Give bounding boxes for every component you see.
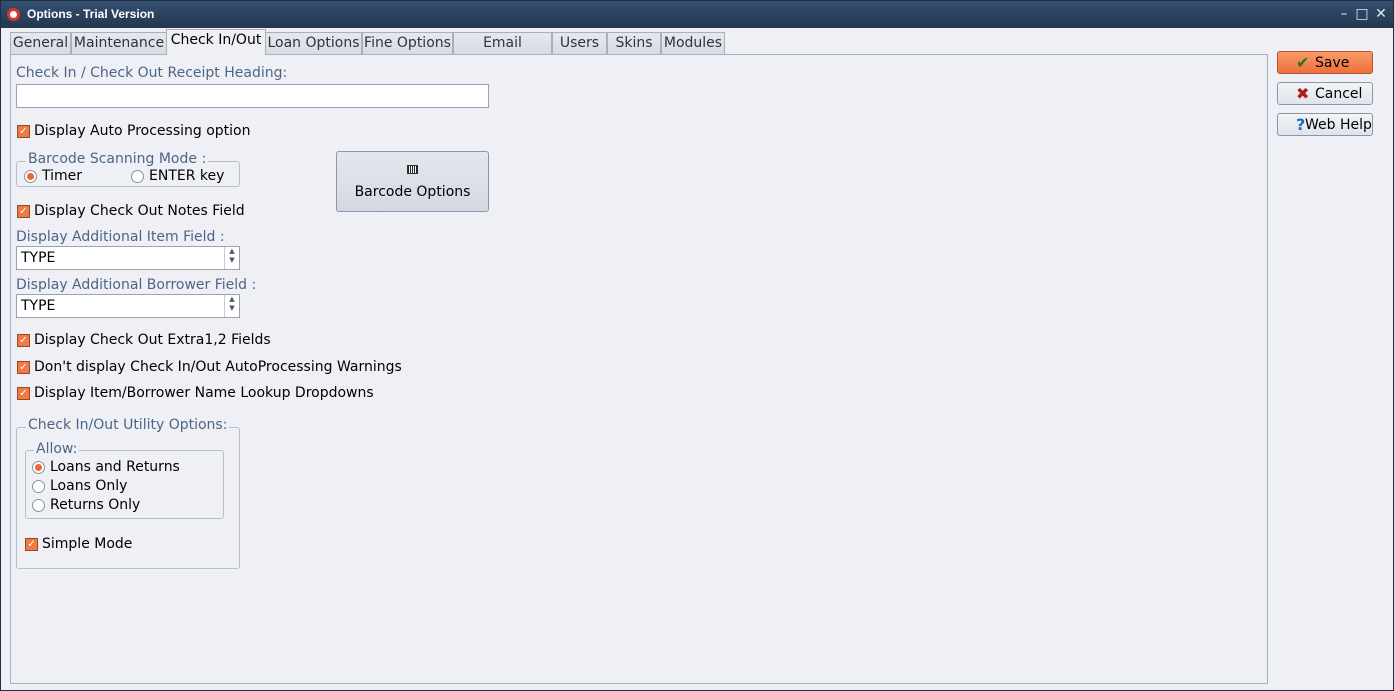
utility-options-title: Check In/Out Utility Options:: [26, 417, 230, 433]
auto-processing-label: Display Auto Processing option: [34, 123, 251, 139]
tab-loan-options[interactable]: Loan Options: [265, 32, 362, 54]
options-window: Options - Trial Version – □ ✕ General Ma…: [0, 0, 1394, 691]
no-warnings-checkbox[interactable]: ✓: [17, 361, 30, 374]
tab-email-options[interactable]: Email Options: [453, 32, 552, 72]
allow-title: Allow:: [34, 441, 80, 457]
enter-key-radio[interactable]: [131, 170, 144, 183]
auto-processing-checkbox[interactable]: ✓: [17, 125, 30, 138]
loans-and-returns-label: Loans and Returns: [50, 459, 180, 475]
tab-modules[interactable]: Modules: [661, 32, 725, 54]
checkout-notes-label: Display Check Out Notes Field: [34, 203, 245, 219]
minimize-icon[interactable]: –: [1336, 5, 1352, 23]
question-icon: ?: [1296, 115, 1306, 134]
save-label: Save: [1315, 55, 1350, 71]
web-help-button[interactable]: ? Web Help: [1277, 113, 1373, 136]
additional-borrower-value: TYPE: [21, 298, 56, 314]
spinner-icon[interactable]: ▲ ▼: [224, 247, 239, 269]
checkout-notes-checkbox[interactable]: ✓: [17, 205, 30, 218]
extra-fields-label: Display Check Out Extra1,2 Fields: [34, 332, 271, 348]
barcode-options-label: Barcode Options: [354, 184, 471, 200]
tab-users[interactable]: Users: [552, 32, 607, 54]
check-icon: ✔: [1296, 53, 1310, 72]
additional-item-value: TYPE: [21, 250, 56, 266]
simple-mode-label: Simple Mode: [42, 536, 133, 552]
title-bar[interactable]: Options - Trial Version – □ ✕: [1, 1, 1393, 28]
lookup-dropdowns-checkbox[interactable]: ✓: [17, 387, 30, 400]
save-button[interactable]: ✔ Save: [1277, 51, 1373, 74]
barcode-mode-title: Barcode Scanning Mode :: [26, 151, 209, 167]
lookup-dropdowns-label: Display Item/Borrower Name Lookup Dropdo…: [34, 385, 374, 401]
additional-borrower-label: Display Additional Borrower Field :: [16, 277, 257, 293]
returns-only-radio[interactable]: [32, 499, 45, 512]
additional-item-select[interactable]: TYPE ▲ ▼: [16, 246, 240, 270]
receipt-heading-label: Check In / Check Out Receipt Heading:: [16, 65, 288, 81]
web-help-label: Web Help: [1305, 117, 1372, 133]
additional-borrower-select[interactable]: TYPE ▲ ▼: [16, 294, 240, 318]
simple-mode-checkbox[interactable]: ✓: [25, 538, 38, 551]
cancel-button[interactable]: ✖ Cancel: [1277, 82, 1373, 105]
extra-fields-checkbox[interactable]: ✓: [17, 334, 30, 347]
returns-only-label: Returns Only: [50, 497, 141, 513]
spinner-icon[interactable]: ▲ ▼: [224, 295, 239, 317]
loans-and-returns-radio[interactable]: [32, 461, 45, 474]
maximize-icon[interactable]: □: [1354, 5, 1370, 23]
cancel-label: Cancel: [1315, 86, 1363, 102]
tab-check-in-out[interactable]: Check In/Out: [166, 29, 266, 55]
tab-general[interactable]: General: [10, 32, 71, 54]
loans-only-label: Loans Only: [50, 478, 128, 494]
close-icon[interactable]: ✕: [1373, 5, 1389, 23]
check-in-out-panel: Check In / Check Out Receipt Heading: ✓ …: [10, 54, 1268, 684]
x-icon: ✖: [1296, 84, 1310, 103]
loans-only-radio[interactable]: [32, 480, 45, 493]
receipt-heading-input[interactable]: [16, 84, 489, 108]
window-title: Options - Trial Version: [27, 7, 155, 21]
no-warnings-label: Don't display Check In/Out AutoProcessin…: [34, 359, 402, 375]
enter-key-label: ENTER key: [149, 168, 225, 184]
tab-maintenance[interactable]: Maintenance: [71, 32, 167, 54]
additional-item-label: Display Additional Item Field :: [16, 229, 225, 245]
tab-skins[interactable]: Skins: [607, 32, 661, 54]
tab-fine-options[interactable]: Fine Options: [362, 32, 453, 54]
barcode-icon: [407, 165, 418, 174]
barcode-options-button[interactable]: Barcode Options: [336, 151, 489, 212]
timer-label: Timer: [42, 168, 83, 184]
app-logo-icon: [7, 8, 20, 21]
timer-radio[interactable]: [24, 170, 37, 183]
